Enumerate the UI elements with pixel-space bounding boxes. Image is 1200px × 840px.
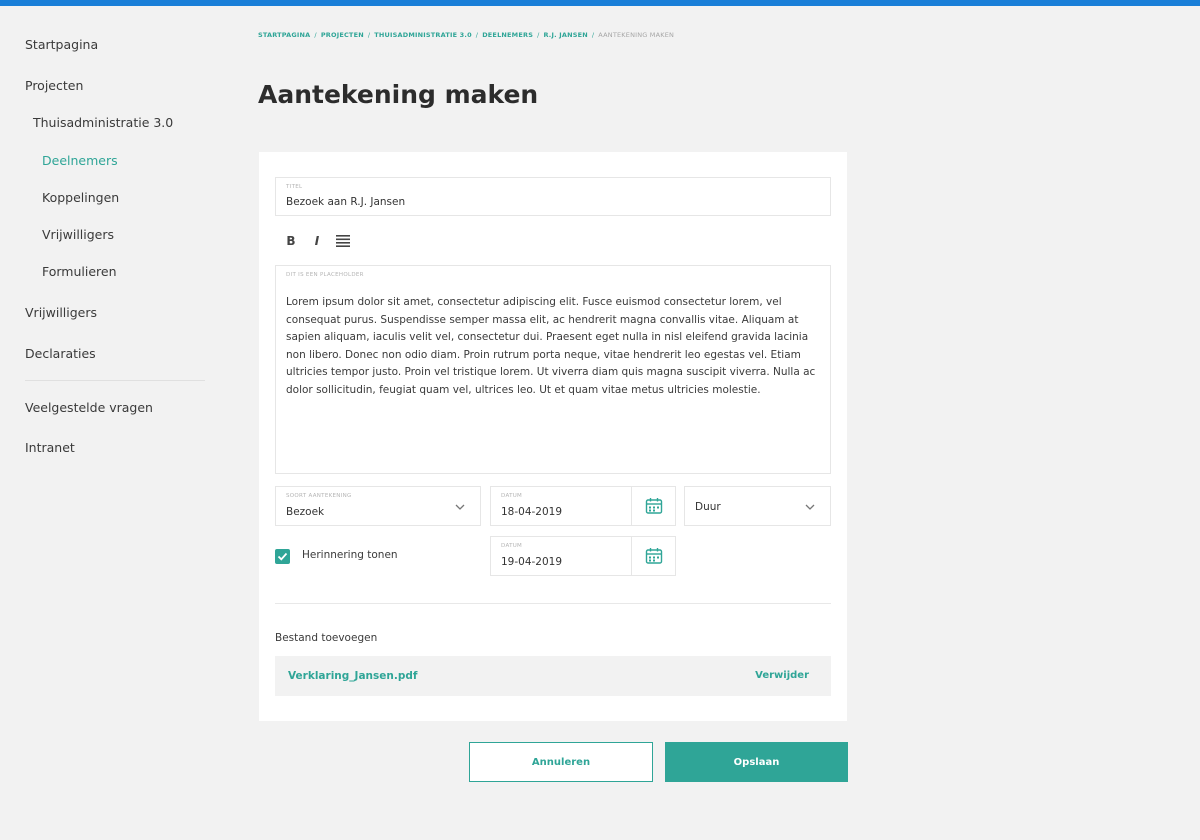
- date-field[interactable]: DATUM 18-04-2019: [490, 486, 676, 526]
- attachment-title: Bestand toevoegen: [275, 632, 378, 644]
- reminder-checkbox[interactable]: [275, 549, 290, 564]
- breadcrumb-separator: /: [475, 31, 479, 39]
- italic-button[interactable]: I: [309, 233, 325, 249]
- sidebar-item-projecten[interactable]: Projecten: [25, 78, 83, 93]
- breadcrumb-separator: /: [537, 31, 540, 39]
- breadcrumb-current: AANTEKENING MAKEN: [598, 31, 675, 39]
- title-field[interactable]: TITEL Bezoek aan R.J. Jansen: [275, 177, 831, 216]
- reminder-date-value: 19-04-2019: [501, 556, 563, 568]
- sidebar-item-formulieren[interactable]: Formulieren: [42, 264, 117, 279]
- sidebar-item-thuisadministratie[interactable]: Thuisadministratie 3.0: [33, 115, 173, 130]
- sidebar-item-vrijwilligers-sub[interactable]: Vrijwilligers: [42, 227, 114, 242]
- form-divider: [275, 603, 831, 604]
- checkmark-icon: [277, 552, 288, 561]
- sidebar-item-declaraties[interactable]: Declaraties: [25, 346, 96, 361]
- sidebar-item-deelnemers[interactable]: Deelnemers: [42, 153, 118, 168]
- attachment-row: Verklaring_Jansen.pdf Verwijder: [275, 656, 831, 696]
- breadcrumb: STARTPAGINA / PROJECTEN / THUISADMINISTRATIE…: [258, 31, 674, 39]
- sidebar-item-vrijwilligers[interactable]: Vrijwilligers: [25, 305, 97, 320]
- breadcrumb-separator: /: [367, 31, 371, 39]
- sidebar-item-faq[interactable]: Veelgestelde vragen: [25, 400, 153, 415]
- title-field-label: TITEL: [286, 184, 303, 190]
- breadcrumb-separator: /: [314, 31, 317, 39]
- reminder-date-field[interactable]: DATUM 19-04-2019: [490, 536, 676, 576]
- reminder-date-label: DATUM: [501, 543, 523, 549]
- chevron-down-icon: [455, 504, 465, 510]
- editor-placeholder-label: DIT IS EEN PLACEHOLDER: [286, 272, 364, 278]
- attachment-file-link[interactable]: Verklaring_Jansen.pdf: [288, 670, 417, 682]
- title-field-value: Bezoek aan R.J. Jansen: [286, 196, 406, 208]
- calendar-icon: [645, 548, 662, 564]
- sidebar: Startpagina Projecten Thuisadministratie…: [0, 6, 240, 840]
- breadcrumb-item-startpagina[interactable]: STARTPAGINA: [258, 31, 310, 39]
- breadcrumb-item-projecten[interactable]: PROJECTEN: [321, 31, 364, 39]
- duration-select[interactable]: Duur: [684, 486, 831, 526]
- cancel-button[interactable]: Annuleren: [469, 742, 653, 782]
- note-type-select[interactable]: SOORT AANTEKENING Bezoek: [275, 486, 481, 526]
- breadcrumb-item-deelnemers[interactable]: DEELNEMERS: [482, 31, 533, 39]
- calendar-icon: [645, 498, 662, 514]
- note-editor[interactable]: DIT IS EEN PLACEHOLDER Lorem ipsum dolor…: [275, 265, 831, 474]
- date-picker-button[interactable]: [631, 487, 675, 525]
- attachment-remove-link[interactable]: Verwijder: [755, 670, 809, 681]
- save-button[interactable]: Opslaan: [665, 742, 848, 782]
- reminder-label[interactable]: Herinnering tonen: [302, 549, 398, 561]
- editor-text: Lorem ipsum dolor sit amet, consectetur …: [286, 296, 816, 396]
- reminder-date-picker-button[interactable]: [631, 537, 675, 575]
- bold-button[interactable]: B: [283, 233, 299, 249]
- note-type-label: SOORT AANTEKENING: [286, 493, 352, 499]
- editor-toolbar: B I: [283, 232, 351, 250]
- note-type-value: Bezoek: [286, 506, 325, 518]
- date-field-value: 18-04-2019: [501, 506, 563, 518]
- date-field-label: DATUM: [501, 493, 523, 499]
- breadcrumb-item-thuisadministratie[interactable]: THUISADMINISTRATIE 3.0: [374, 31, 472, 39]
- list-icon: [336, 235, 350, 247]
- page-title: Aantekening maken: [258, 80, 539, 109]
- list-button[interactable]: [335, 233, 351, 249]
- sidebar-item-intranet[interactable]: Intranet: [25, 440, 75, 455]
- sidebar-divider: [25, 380, 205, 381]
- duration-value: Duur: [695, 501, 721, 513]
- breadcrumb-separator: /: [591, 31, 595, 39]
- sidebar-item-koppelingen[interactable]: Koppelingen: [42, 190, 119, 205]
- sidebar-item-startpagina[interactable]: Startpagina: [25, 37, 98, 52]
- note-form-card: TITEL Bezoek aan R.J. Jansen B I DIT IS …: [259, 152, 847, 721]
- breadcrumb-item-jansen[interactable]: R.J. JANSEN: [543, 31, 587, 39]
- chevron-down-icon: [805, 504, 815, 510]
